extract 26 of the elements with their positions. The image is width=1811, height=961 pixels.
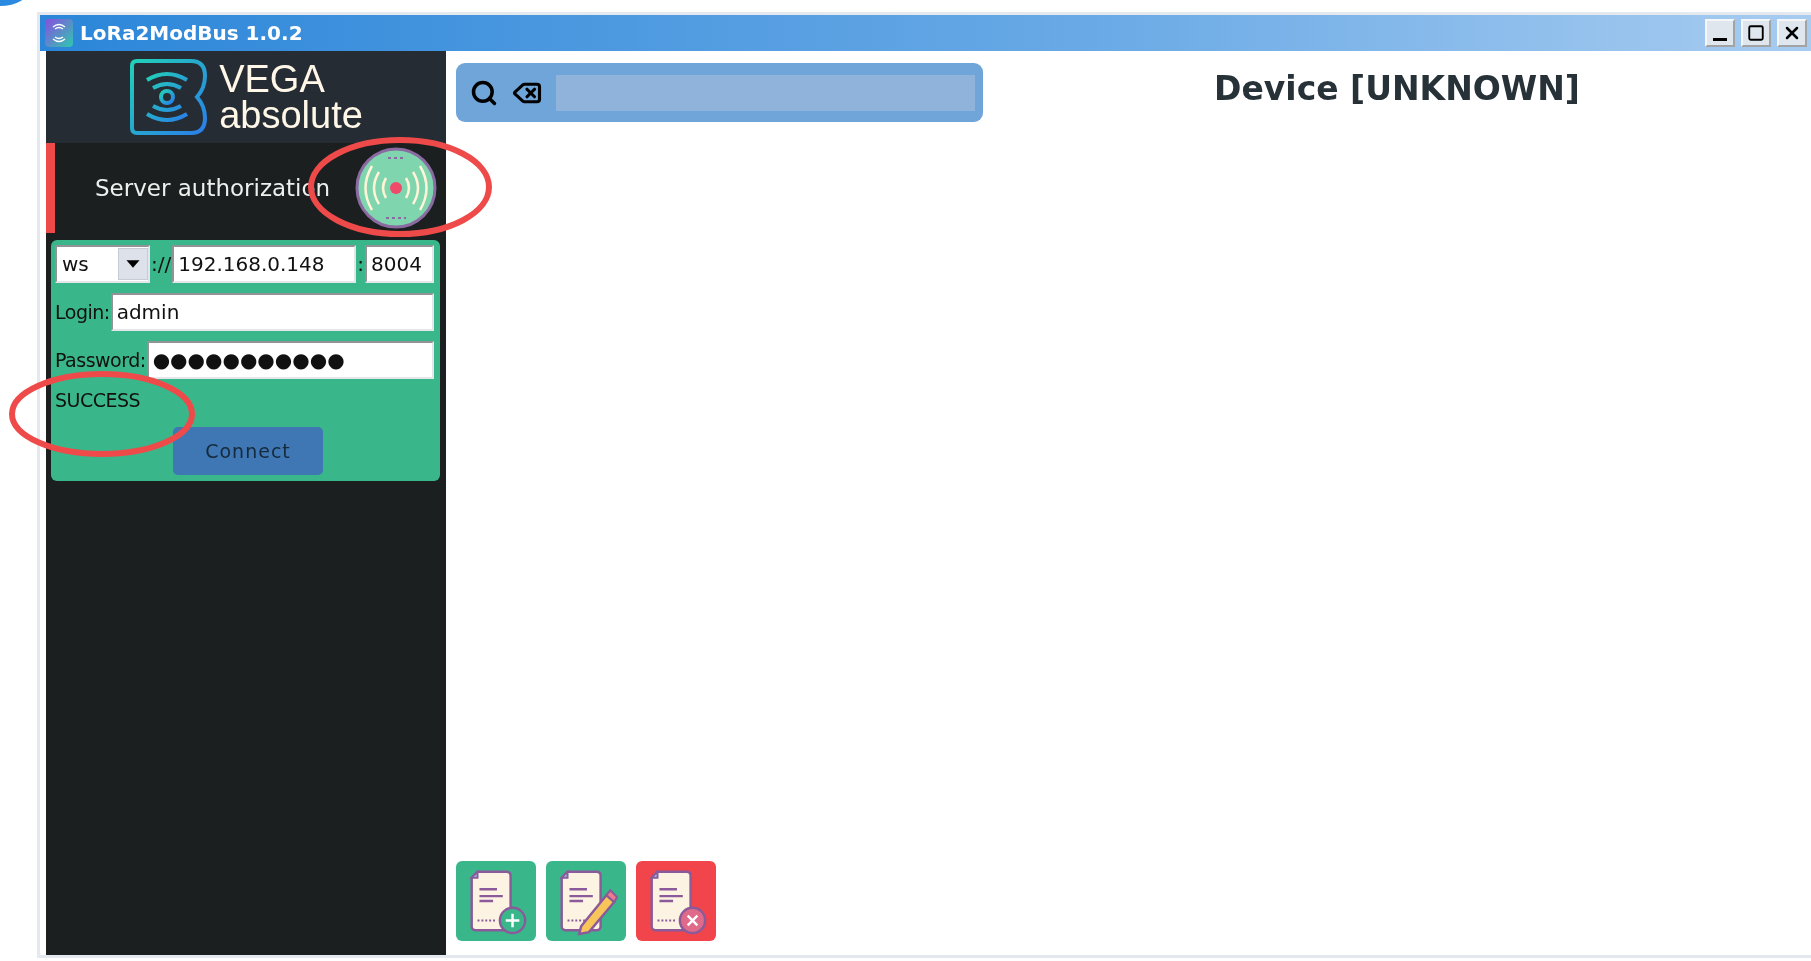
separator-text: :// [150, 252, 173, 276]
protocol-select[interactable]: ws [55, 245, 150, 283]
maximize-icon [1747, 24, 1765, 42]
field-label: Password: [55, 349, 147, 371]
logo-text: absolute [219, 97, 363, 134]
minimize-button[interactable] [1705, 19, 1735, 47]
device-title: Device [UNKNOWN] [1213, 69, 1581, 108]
window-title: LoRa2ModBus 1.0.2 [80, 21, 304, 45]
port-field[interactable]: 8004 [365, 245, 434, 283]
host-field[interactable]: 192.168.0.148 [172, 245, 357, 283]
status-text: SUCCESS [55, 389, 141, 411]
minimize-icon [1713, 37, 1727, 41]
radio-signal-icon [354, 146, 438, 230]
close-button[interactable] [1777, 19, 1807, 47]
login-field[interactable]: admin [110, 293, 434, 331]
separator-text: : [356, 252, 365, 276]
password-field[interactable]: ●●●●●●●●●●● [146, 341, 434, 379]
logo-text: VEGA [219, 60, 326, 97]
maximize-button[interactable] [1741, 19, 1771, 47]
app-icon [44, 18, 74, 48]
search-icon[interactable] [470, 78, 498, 107]
edit-document-button[interactable] [546, 861, 626, 941]
delete-document-button[interactable] [636, 861, 716, 941]
field-label: Login: [55, 301, 111, 323]
search-field[interactable] [556, 74, 975, 111]
add-document-button[interactable] [456, 861, 536, 941]
